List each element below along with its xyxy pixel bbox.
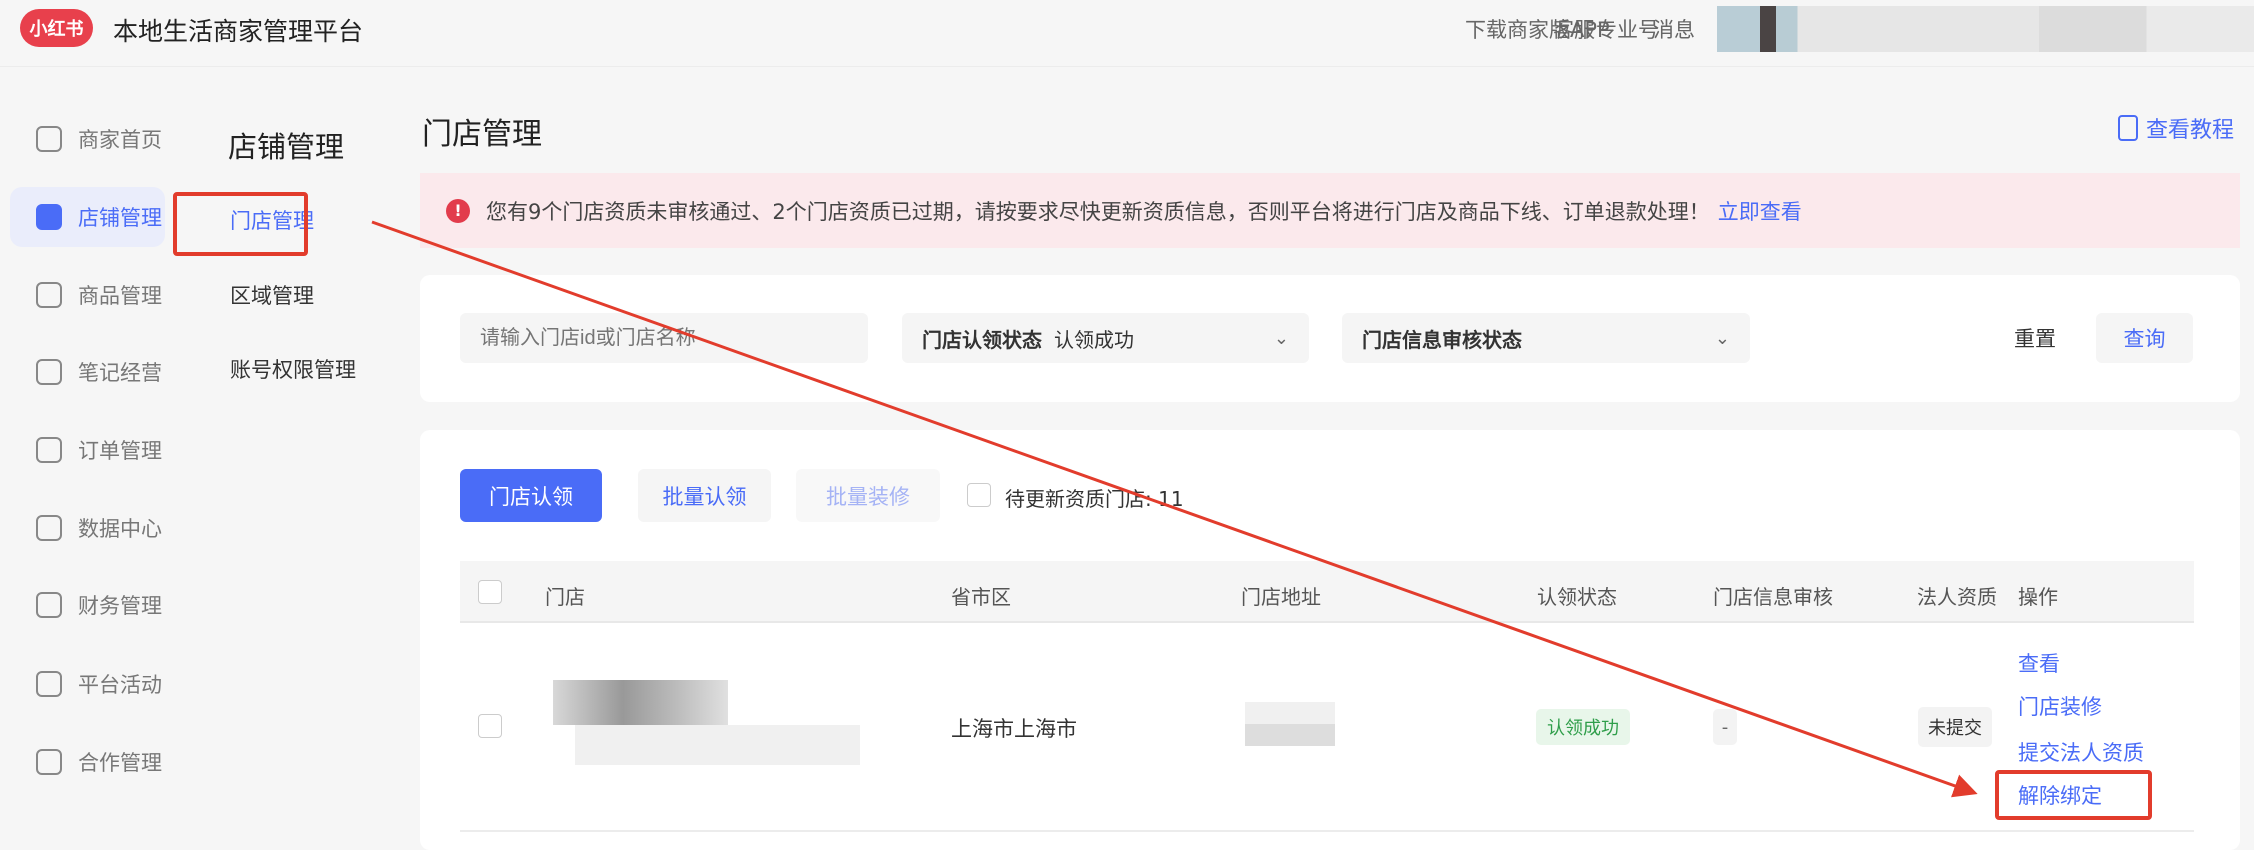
arrow-line [371, 220, 1978, 798]
annotation-arrow [371, 220, 1978, 798]
